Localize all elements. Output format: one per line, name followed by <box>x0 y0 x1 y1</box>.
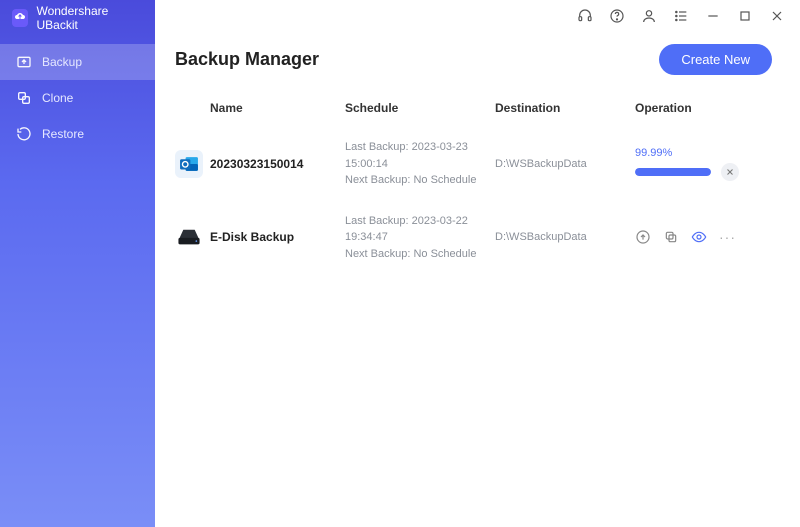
progress-bar-fill <box>635 168 711 176</box>
app-brand: Wondershare UBackit <box>0 0 155 36</box>
disk-icon <box>175 223 203 251</box>
operation-actions: ··· <box>635 229 775 245</box>
help-icon[interactable] <box>608 7 626 25</box>
headset-icon[interactable] <box>576 7 594 25</box>
view-icon[interactable] <box>691 229 707 245</box>
close-icon[interactable] <box>768 7 786 25</box>
next-backup-text: Next Backup: No Schedule <box>345 246 495 263</box>
schedule-cell: Last Backup: 2023-03-22 19:34:47 Next Ba… <box>345 213 495 263</box>
operation-progress: 99.99% <box>635 147 775 181</box>
last-backup-text: Last Backup: 2023-03-23 15:00:14 <box>345 139 495 172</box>
table-row: E-Disk Backup Last Backup: 2023-03-22 19… <box>175 203 780 277</box>
outlook-icon <box>175 150 203 178</box>
app-title: Wondershare UBackit <box>36 4 143 32</box>
maximize-icon[interactable] <box>736 7 754 25</box>
sidebar-item-clone[interactable]: Clone <box>0 80 155 116</box>
app-logo-icon <box>12 9 28 27</box>
menu-list-icon[interactable] <box>672 7 690 25</box>
sidebar-item-label: Restore <box>42 127 84 141</box>
progress-bar <box>635 168 711 176</box>
column-destination: Destination <box>495 101 635 115</box>
restore-icon <box>16 126 32 142</box>
column-operation: Operation <box>635 101 775 115</box>
sidebar: Wondershare UBackit Backup Clone Restore <box>0 0 155 527</box>
backup-icon <box>16 54 32 70</box>
more-icon[interactable]: ··· <box>719 229 736 245</box>
backup-name: 20230323150014 <box>210 157 345 171</box>
create-new-button[interactable]: Create New <box>659 44 772 75</box>
sidebar-item-restore[interactable]: Restore <box>0 116 155 152</box>
sidebar-item-backup[interactable]: Backup <box>0 44 155 80</box>
titlebar <box>155 0 800 32</box>
page-title: Backup Manager <box>175 49 319 70</box>
destination-text: D:\WSBackupData <box>495 158 635 170</box>
user-icon[interactable] <box>640 7 658 25</box>
sidebar-item-label: Backup <box>42 55 82 69</box>
destination-text: D:\WSBackupData <box>495 231 635 243</box>
page-header: Backup Manager Create New <box>155 32 800 93</box>
progress-percent: 99.99% <box>635 147 775 159</box>
sidebar-item-label: Clone <box>42 91 73 105</box>
minimize-icon[interactable] <box>704 7 722 25</box>
backup-name: E-Disk Backup <box>210 230 345 244</box>
main: Backup Manager Create New Name Schedule … <box>155 0 800 527</box>
copy-icon[interactable] <box>663 229 679 245</box>
clone-icon <box>16 90 32 106</box>
last-backup-text: Last Backup: 2023-03-22 19:34:47 <box>345 213 495 246</box>
next-backup-text: Next Backup: No Schedule <box>345 172 495 189</box>
column-schedule: Schedule <box>345 101 495 115</box>
run-backup-icon[interactable] <box>635 229 651 245</box>
backup-table: Name Schedule Destination Operation 2023… <box>155 93 800 276</box>
sidebar-nav: Backup Clone Restore <box>0 44 155 152</box>
table-header: Name Schedule Destination Operation <box>175 93 780 129</box>
cancel-button[interactable] <box>721 163 739 181</box>
schedule-cell: Last Backup: 2023-03-23 15:00:14 Next Ba… <box>345 139 495 189</box>
table-row: 20230323150014 Last Backup: 2023-03-23 1… <box>175 129 780 203</box>
column-name: Name <box>210 101 345 115</box>
